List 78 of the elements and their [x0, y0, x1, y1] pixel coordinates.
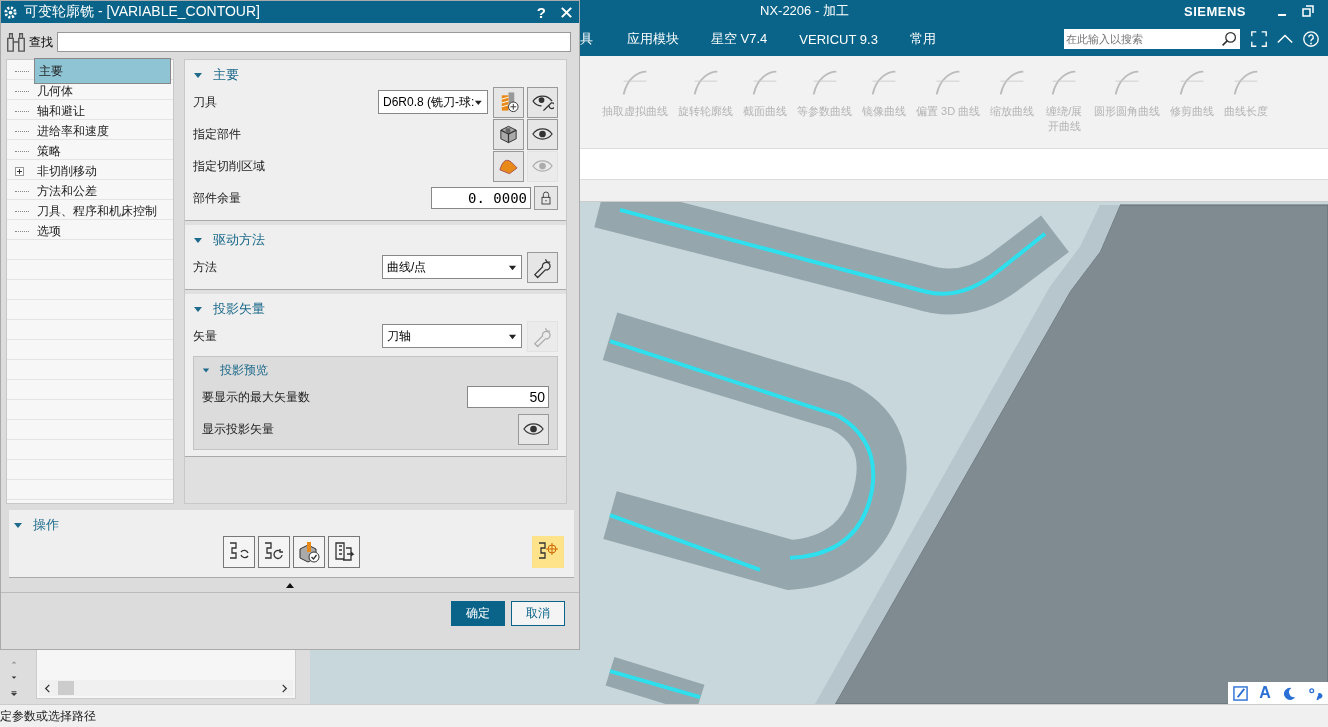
search-icon[interactable]: [1221, 31, 1237, 47]
collapse-icon[interactable]: [193, 235, 203, 245]
dropdown[interactable]: 刀轴: [382, 324, 522, 348]
field-label: 方法: [193, 258, 218, 276]
field-label: 要显示的最大矢量数: [202, 388, 311, 406]
collapse-icon[interactable]: [193, 304, 203, 314]
tree-item[interactable]: 选项: [34, 221, 173, 241]
binoculars-icon: [5, 31, 27, 53]
lock-icon: [538, 189, 554, 207]
dialog-title: 可变轮廓铣 - [VARIABLE_CONTOUR]: [24, 3, 261, 21]
help-icon[interactable]: [1302, 30, 1320, 48]
icon-button[interactable]: [527, 118, 558, 150]
number-field[interactable]: 0. 0000: [431, 187, 531, 209]
restore-icon[interactable]: [1302, 5, 1314, 17]
expand-icon[interactable]: [15, 166, 24, 176]
tree-item[interactable]: 轴和避让: [34, 101, 173, 121]
scroll-right-icon[interactable]: [280, 683, 289, 693]
field-label: 部件余量: [193, 189, 242, 207]
field-label: 矢量: [193, 327, 218, 345]
menu-item[interactable]: 星空 V7.4: [711, 30, 768, 48]
input-mode-label[interactable]: A: [1259, 684, 1271, 702]
dropdown[interactable]: D6R0.8 (铣刀-球:: [378, 90, 488, 114]
collapse-icon[interactable]: [193, 70, 203, 80]
tree-item[interactable]: 方法和公差: [34, 181, 173, 201]
ok-button[interactable]: 确定: [451, 601, 505, 626]
help-button[interactable]: ?: [536, 3, 546, 21]
tool-verify-icon: [297, 539, 321, 565]
icon-button[interactable]: [493, 118, 524, 150]
window-title: NX-2206 - 加工: [760, 2, 850, 20]
fullscreen-icon[interactable]: [1250, 30, 1268, 48]
field-label: 刀具: [193, 93, 218, 111]
section-title[interactable]: 投影预览: [220, 361, 268, 379]
close-icon[interactable]: [560, 5, 573, 19]
tree-item[interactable]: 刀具、程序和机床控制: [34, 201, 173, 221]
operation-button[interactable]: [258, 536, 290, 568]
search-field[interactable]: 在此输入以搜索: [1064, 29, 1240, 49]
menu-item[interactable]: VERICUT 9.3: [799, 31, 878, 47]
icon-button[interactable]: [527, 251, 558, 283]
brand-logo: SIEMENS: [1184, 3, 1246, 19]
icon-button[interactable]: [534, 186, 558, 210]
find-field[interactable]: [57, 32, 571, 52]
scroll-left-icon[interactable]: [43, 683, 52, 693]
field-label: 显示投影矢量: [202, 420, 275, 438]
icon-button[interactable]: [518, 413, 549, 445]
collapse-icon[interactable]: [13, 520, 23, 530]
find-label: 查找: [29, 33, 53, 51]
icon-button[interactable]: [493, 86, 524, 118]
dropdown[interactable]: 曲线/点: [382, 255, 522, 279]
horizontal-scrollbar[interactable]: [39, 680, 293, 696]
tree-item[interactable]: 策略: [34, 141, 173, 161]
pencil-box-icon[interactable]: [1233, 685, 1249, 701]
punctuation-icon[interactable]: [1307, 685, 1323, 701]
moon-icon[interactable]: [1281, 685, 1297, 701]
settings-icon: [3, 4, 18, 20]
tree-item[interactable]: 几何体: [34, 81, 173, 101]
cancel-button[interactable]: 取消: [511, 601, 565, 626]
operation-button[interactable]: [293, 536, 325, 568]
menu-item[interactable]: 具: [580, 30, 593, 48]
section-title[interactable]: 投影矢量: [213, 300, 265, 318]
menu-item[interactable]: 常用: [909, 30, 936, 48]
status-text: 定参数或选择路径: [0, 707, 96, 725]
section-title[interactable]: 驱动方法: [213, 231, 265, 249]
operation-button[interactable]: [223, 536, 255, 568]
number-field[interactable]: 50: [467, 386, 549, 408]
section-title[interactable]: 操作: [33, 516, 59, 534]
icon-button[interactable]: [527, 86, 558, 118]
collapse-arrow-icon[interactable]: [285, 582, 295, 588]
section-title[interactable]: 主要: [213, 66, 239, 84]
field-label: 指定切削区域: [193, 157, 266, 175]
scroll-end-icon[interactable]: [10, 690, 18, 698]
tree-item[interactable]: 主要: [34, 58, 171, 84]
operation-button[interactable]: [328, 536, 360, 568]
field-label: 指定部件: [193, 125, 242, 143]
scroll-thumb[interactable]: [58, 681, 74, 695]
collapse-icon[interactable]: [202, 366, 210, 374]
tree-item[interactable]: 进给率和速度: [34, 121, 173, 141]
menu-item[interactable]: 应用模块: [627, 30, 679, 48]
tree-item[interactable]: 非切削移动: [34, 161, 173, 181]
